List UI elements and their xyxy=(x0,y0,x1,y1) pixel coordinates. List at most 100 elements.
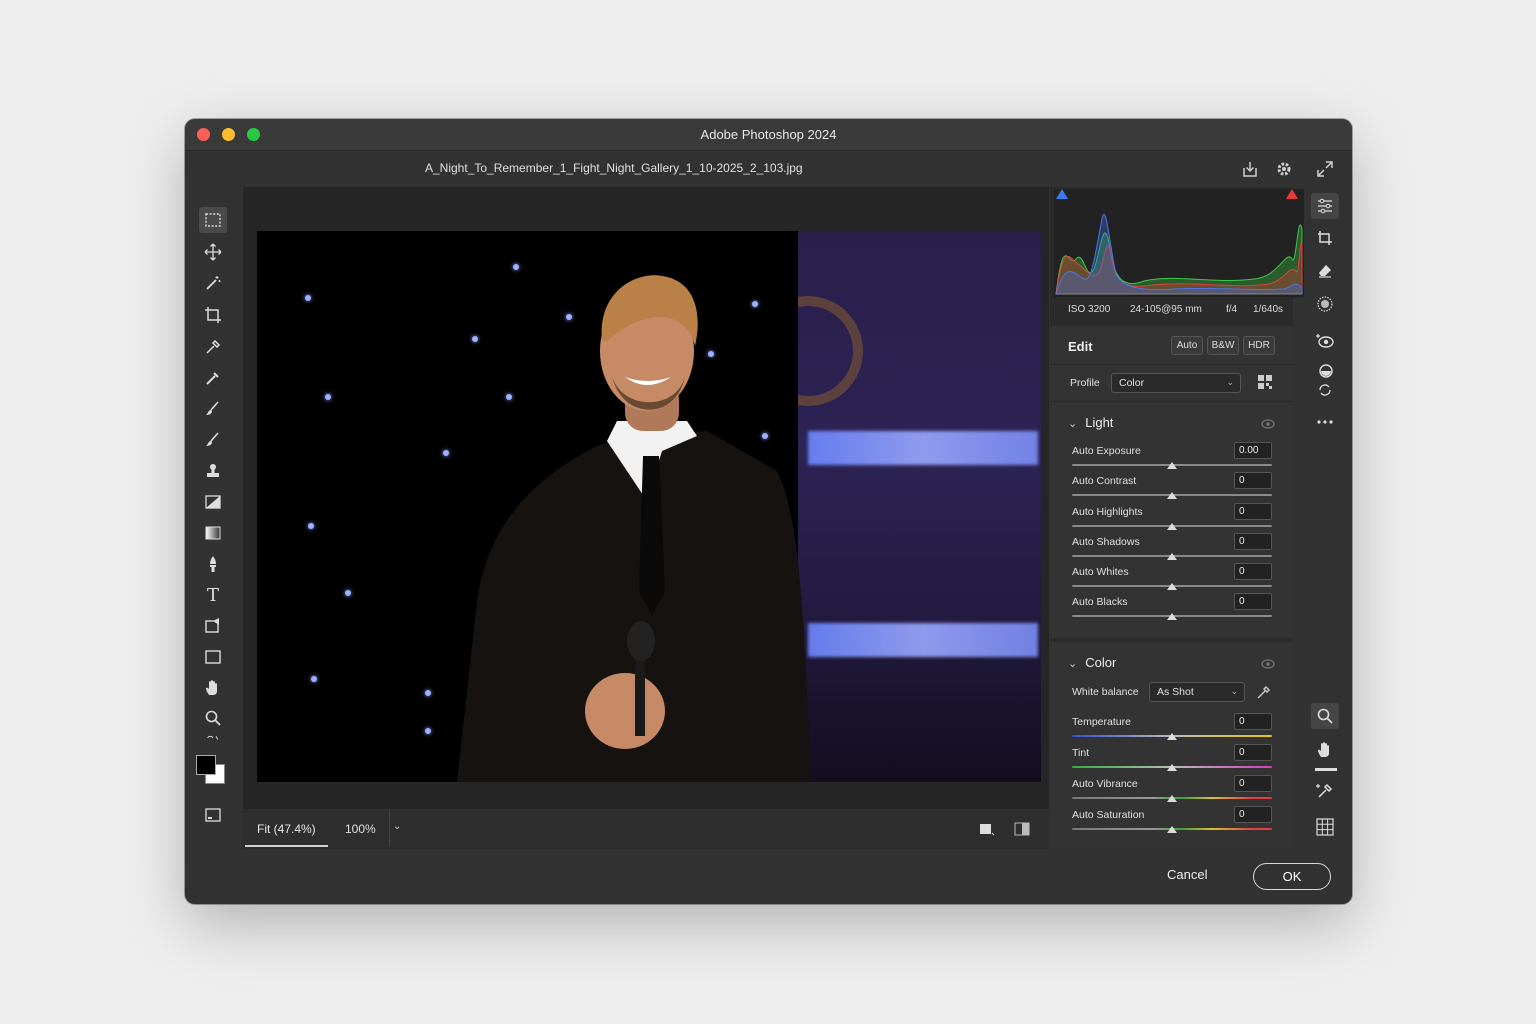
light-section-header[interactable]: ⌄ Light xyxy=(1068,415,1113,430)
masking-icon[interactable] xyxy=(1311,291,1339,317)
auto-contrast-slider[interactable]: Auto Contrast 0 xyxy=(1072,472,1272,505)
type-tool-icon[interactable]: T xyxy=(199,582,227,608)
eraser-gradient-tool-icon[interactable] xyxy=(199,489,227,515)
white-balance-value: As Shot xyxy=(1157,686,1194,698)
zoom-100-button[interactable]: 100% xyxy=(345,822,376,836)
grid-overlay-icon[interactable] xyxy=(1311,814,1339,840)
shape-tool-icon[interactable] xyxy=(199,613,227,639)
color-sampler-icon[interactable] xyxy=(1311,778,1339,804)
slider-thumb[interactable] xyxy=(1167,613,1177,620)
document-bar: A_Night_To_Remember_1_Fight_Night_Galler… xyxy=(185,151,1352,187)
dodge-tool-icon[interactable] xyxy=(199,551,227,577)
slider-thumb[interactable] xyxy=(1167,826,1177,833)
edit-sliders-icon[interactable] xyxy=(1311,193,1339,219)
slider-label: Auto Whites xyxy=(1072,566,1129,578)
white-balance-eyedropper-icon[interactable] xyxy=(1256,684,1272,700)
marquee-tool-icon[interactable] xyxy=(199,207,227,233)
save-download-icon[interactable] xyxy=(1240,159,1260,179)
photo-preview[interactable] xyxy=(257,231,1041,782)
auto-blacks-slider[interactable]: Auto Blacks 0 xyxy=(1072,593,1272,626)
iso-value: ISO 3200 xyxy=(1068,304,1111,315)
cancel-button[interactable]: Cancel xyxy=(1167,867,1207,882)
color-title: Color xyxy=(1085,655,1117,670)
slider-thumb[interactable] xyxy=(1167,583,1177,590)
photo-star xyxy=(345,590,351,596)
clone-stamp-tool-icon[interactable] xyxy=(199,427,227,453)
temperature-slider[interactable]: Temperature 0 xyxy=(1072,713,1272,746)
swap-colors-icon[interactable] xyxy=(199,731,227,751)
eye-icon[interactable] xyxy=(1261,659,1275,669)
eye-icon[interactable] xyxy=(1261,419,1275,429)
brush-tool-icon[interactable] xyxy=(199,396,227,422)
slider-thumb[interactable] xyxy=(1167,492,1177,499)
auto-button[interactable]: Auto xyxy=(1171,336,1203,355)
crop-rotate-icon[interactable] xyxy=(1311,225,1339,251)
zoom-icon[interactable] xyxy=(1311,703,1339,729)
ok-button[interactable]: OK xyxy=(1253,863,1331,890)
color-section-header[interactable]: ⌄ Color xyxy=(1068,655,1116,670)
slider-value-input[interactable]: 0 xyxy=(1234,593,1272,610)
slider-thumb[interactable] xyxy=(1167,764,1177,771)
before-after-view-icon[interactable] xyxy=(1014,822,1030,841)
foreground-color-swatch[interactable] xyxy=(196,755,216,775)
photo-star xyxy=(305,295,311,301)
slider-value-input[interactable]: 0 xyxy=(1234,563,1272,580)
highlight-clipping-warning-icon[interactable] xyxy=(1286,189,1298,199)
white-balance-dropdown[interactable]: As Shot ⌄ xyxy=(1149,682,1245,702)
snapshots-icon[interactable] xyxy=(1311,380,1339,400)
photo-backdrop xyxy=(798,231,1041,782)
photo-star xyxy=(311,676,317,682)
more-options-icon[interactable] xyxy=(1311,409,1339,435)
slider-value-input[interactable]: 0 xyxy=(1234,775,1272,792)
auto-exposure-slider[interactable]: Auto Exposure 0.00 xyxy=(1072,442,1272,475)
zoom-dropdown-chevron-icon[interactable]: ⌄ xyxy=(393,821,401,832)
shadow-clipping-warning-icon[interactable] xyxy=(1056,189,1068,199)
bw-button[interactable]: B&W xyxy=(1207,336,1239,355)
profile-dropdown[interactable]: Color ⌄ xyxy=(1111,373,1241,393)
slider-thumb[interactable] xyxy=(1167,553,1177,560)
slider-value-input[interactable]: 0 xyxy=(1234,533,1272,550)
auto-vibrance-slider[interactable]: Auto Vibrance 0 xyxy=(1072,775,1272,808)
single-view-icon[interactable] xyxy=(979,822,995,841)
canvas-area[interactable] xyxy=(243,187,1049,809)
slider-label: Auto Vibrance xyxy=(1072,778,1138,790)
fullscreen-icon[interactable] xyxy=(1315,159,1335,179)
move-tool-icon[interactable] xyxy=(199,239,227,265)
auto-whites-slider[interactable]: Auto Whites 0 xyxy=(1072,563,1272,596)
profile-browser-icon[interactable] xyxy=(1258,375,1272,394)
gear-icon[interactable] xyxy=(1274,159,1294,179)
photo-banner-top xyxy=(808,431,1038,465)
auto-shadows-slider[interactable]: Auto Shadows 0 xyxy=(1072,533,1272,566)
gradient-tool-icon[interactable] xyxy=(199,520,227,546)
eraser-icon[interactable] xyxy=(1311,257,1339,283)
hand-icon[interactable] xyxy=(1311,737,1339,763)
red-eye-icon[interactable] xyxy=(1311,328,1339,354)
hdr-button[interactable]: HDR xyxy=(1243,336,1275,355)
slider-thumb[interactable] xyxy=(1167,733,1177,740)
slider-thumb[interactable] xyxy=(1167,523,1177,530)
magic-wand-tool-icon[interactable] xyxy=(199,270,227,296)
auto-saturation-slider[interactable]: Auto Saturation 0 xyxy=(1072,806,1272,839)
light-title: Light xyxy=(1085,415,1114,430)
stamp-tool-icon[interactable] xyxy=(199,458,227,484)
slider-value-input[interactable]: 0.00 xyxy=(1234,442,1272,459)
tint-slider[interactable]: Tint 0 xyxy=(1072,744,1272,777)
eyedropper-tool-icon[interactable] xyxy=(199,334,227,360)
slider-thumb[interactable] xyxy=(1167,462,1177,469)
zoom-tool-icon[interactable] xyxy=(199,705,227,731)
profile-label: Profile xyxy=(1070,377,1100,389)
rectangle-tool-icon[interactable] xyxy=(199,644,227,670)
slider-value-input[interactable]: 0 xyxy=(1234,472,1272,489)
slider-value-input[interactable]: 0 xyxy=(1234,713,1272,730)
healing-brush-tool-icon[interactable] xyxy=(199,365,227,391)
auto-highlights-slider[interactable]: Auto Highlights 0 xyxy=(1072,503,1272,536)
hand-tool-icon[interactable] xyxy=(199,675,227,701)
slider-thumb[interactable] xyxy=(1167,795,1177,802)
zoom-fit-button[interactable]: Fit (47.4%) xyxy=(245,809,328,847)
crop-tool-icon[interactable] xyxy=(199,302,227,328)
slider-value-input[interactable]: 0 xyxy=(1234,806,1272,823)
slider-value-input[interactable]: 0 xyxy=(1234,744,1272,761)
app-title: Adobe Photoshop 2024 xyxy=(700,127,837,142)
slider-value-input[interactable]: 0 xyxy=(1234,503,1272,520)
screen-mode-icon[interactable] xyxy=(199,802,227,828)
